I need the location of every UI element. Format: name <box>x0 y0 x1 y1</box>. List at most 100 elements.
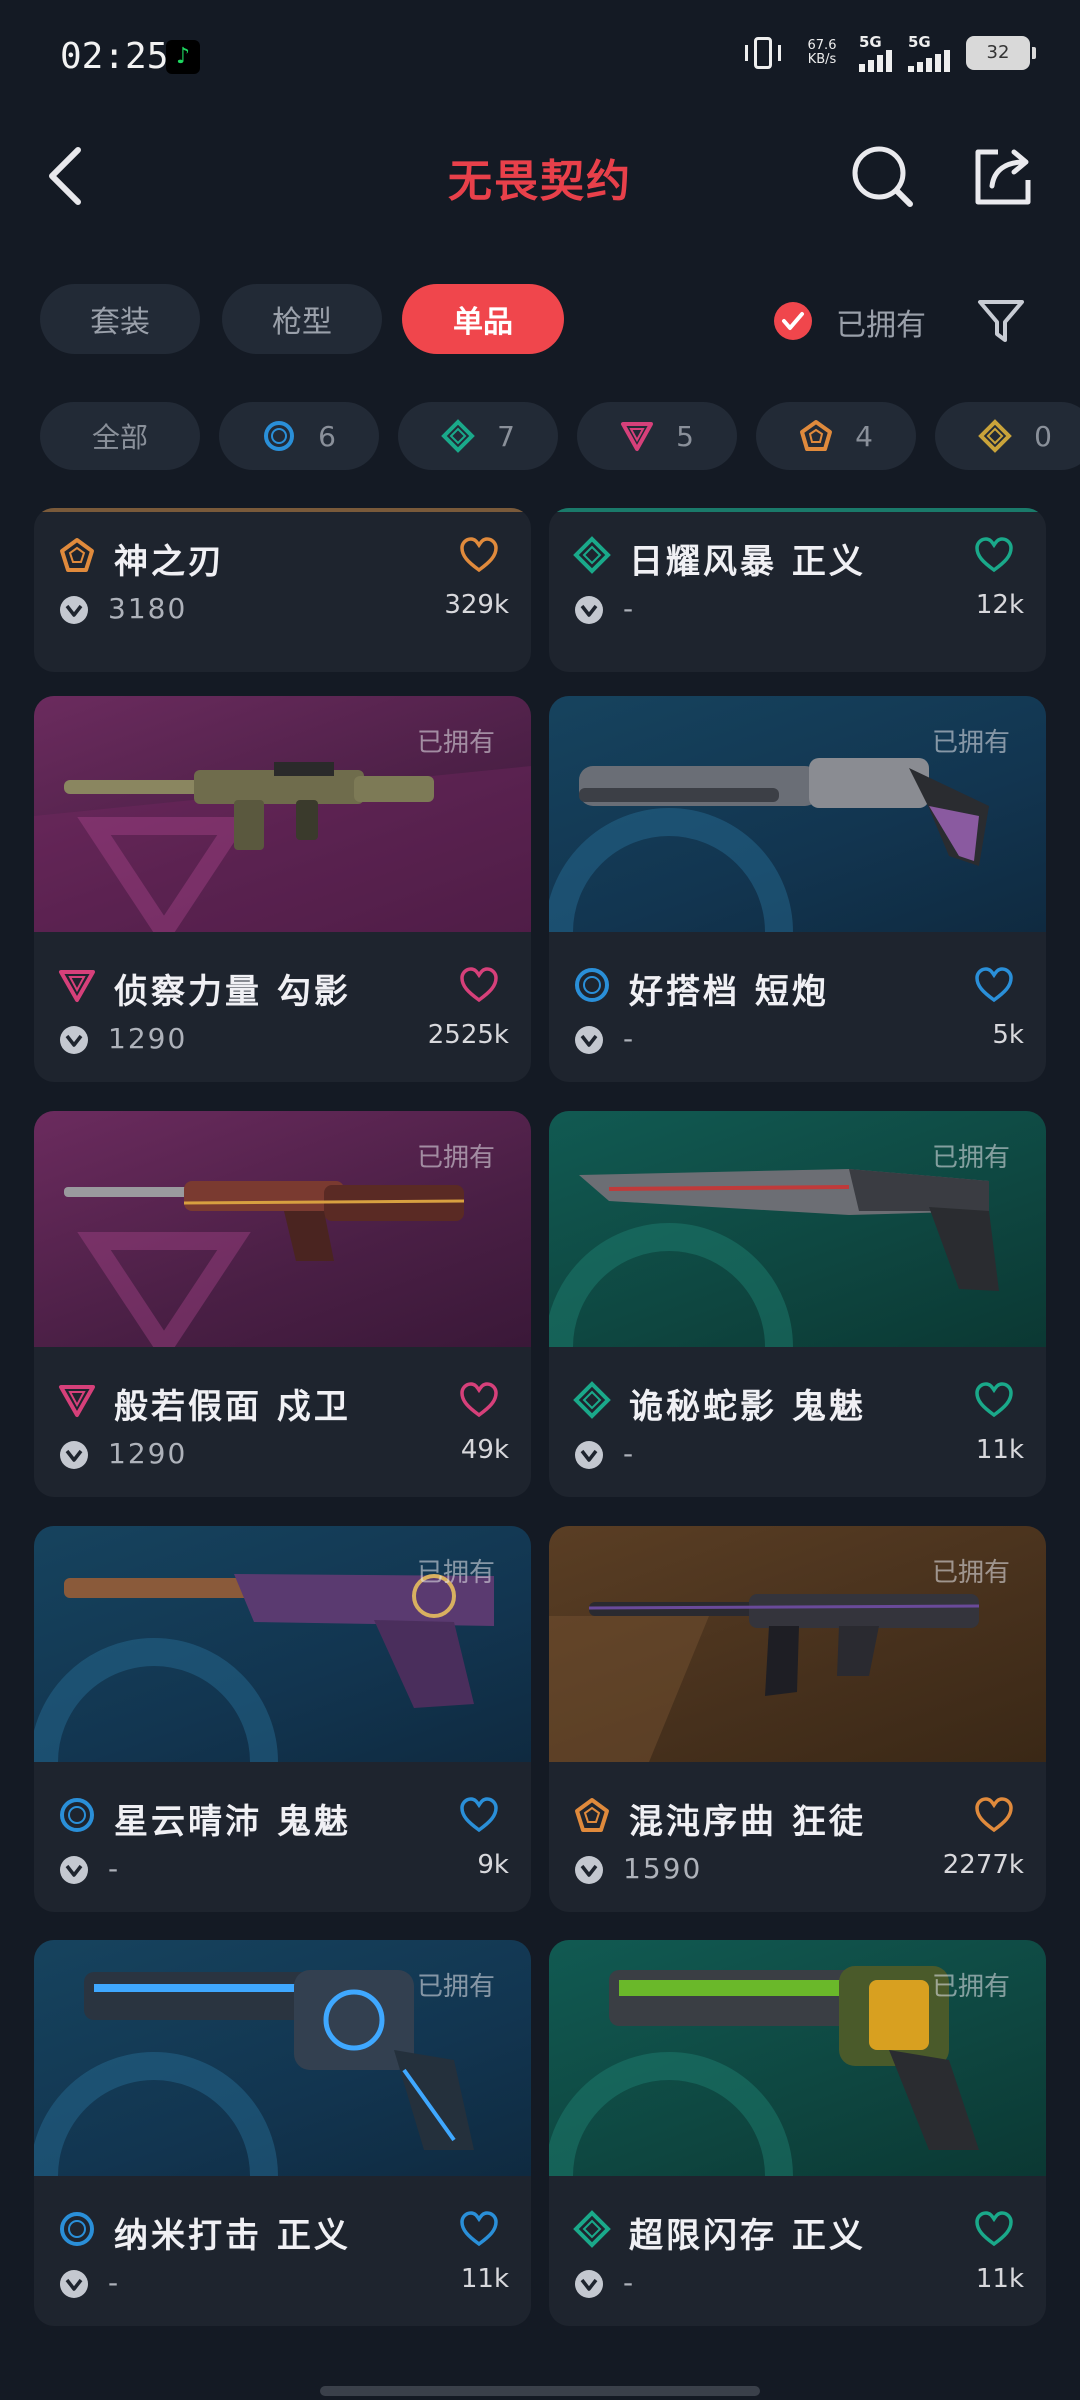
heart-icon[interactable] <box>973 966 1015 1004</box>
skin-card[interactable]: 已拥有 侦察力量 勾影 1290 2525k <box>34 696 531 1082</box>
skin-card[interactable]: 已拥有 超限闪存 正义 - 11k <box>549 1940 1046 2326</box>
chip-premium[interactable]: 5 <box>577 402 737 470</box>
vp-currency-icon <box>575 1441 603 1469</box>
chip-label: 4 <box>855 419 873 453</box>
chip-ultra[interactable]: 0 <box>935 402 1080 470</box>
skin-price: - <box>623 592 636 625</box>
skin-image: 已拥有 <box>34 696 531 932</box>
owned-checkbox[interactable] <box>774 302 812 340</box>
tab-label: 枪型 <box>272 305 332 340</box>
search-button[interactable] <box>848 140 918 210</box>
vp-currency-icon <box>575 1026 603 1054</box>
skin-image: 已拥有 <box>549 1111 1046 1347</box>
skin-card[interactable]: 已拥有 好搭档 短炮 - 5k <box>549 696 1046 1082</box>
heart-icon[interactable] <box>458 1796 500 1834</box>
owned-tag: 已拥有 <box>416 1143 495 1173</box>
owned-tag: 已拥有 <box>931 1143 1010 1173</box>
skin-name: 般若假面 戍卫 <box>114 1387 351 1427</box>
status-bar: 02:25 ♪ 67.6 KB/s 5G 5G 32 <box>0 0 1080 110</box>
skin-card[interactable]: 已拥有 混沌序曲 狂徒 1590 2277k <box>549 1526 1046 1912</box>
skin-image: 已拥有 <box>34 1111 531 1347</box>
exclusive-tier-icon <box>575 1798 609 1832</box>
skin-card[interactable]: 已拥有 纳米打击 正义 - 11k <box>34 1940 531 2326</box>
vp-currency-icon <box>575 2270 603 2298</box>
premium-tier-icon <box>621 422 654 451</box>
vp-currency-icon <box>60 2270 88 2298</box>
share-button[interactable] <box>968 140 1038 210</box>
skin-name: 纳米打击 正义 <box>114 2216 351 2256</box>
like-count: 9k <box>477 1850 509 1880</box>
vp-currency-icon <box>60 1441 88 1469</box>
skin-price: - <box>108 2266 121 2299</box>
vp-currency-icon <box>575 1856 603 1884</box>
heart-icon[interactable] <box>458 2210 500 2248</box>
skin-name: 星云晴沛 鬼魅 <box>114 1802 351 1842</box>
tab-weapon-type[interactable]: 枪型 <box>222 284 382 354</box>
skin-card[interactable]: 已拥有 星云晴沛 鬼魅 - 9k <box>34 1526 531 1912</box>
skin-price: - <box>623 1437 636 1470</box>
owned-filter-label[interactable]: 已拥有 <box>836 300 926 344</box>
checkmark-icon <box>782 312 804 330</box>
search-icon <box>852 146 913 207</box>
skin-price: - <box>623 2266 636 2299</box>
skin-card[interactable]: 神之刃 3180 329k <box>34 508 531 672</box>
heart-icon[interactable] <box>458 966 500 1004</box>
chip-deluxe[interactable]: 7 <box>398 402 558 470</box>
like-count: 11k <box>460 2264 509 2294</box>
chip-select[interactable]: 6 <box>219 402 379 470</box>
skin-name: 诡秘蛇影 鬼魅 <box>629 1387 866 1427</box>
heart-icon[interactable] <box>458 1381 500 1419</box>
skin-image: 已拥有 <box>34 1526 531 1762</box>
like-count: 5k <box>992 1020 1024 1050</box>
like-count: 12k <box>975 590 1024 620</box>
skin-image: 已拥有 <box>549 1526 1046 1762</box>
ultra-tier-icon <box>978 419 1012 453</box>
network-speed: 67.6 KB/s <box>801 39 843 67</box>
signal-label: 5G <box>859 33 882 51</box>
like-count: 11k <box>975 2264 1024 2294</box>
skin-price: 1590 <box>623 1852 703 1885</box>
heart-icon[interactable] <box>973 1381 1015 1419</box>
filter-button[interactable] <box>974 294 1028 348</box>
chip-label: 0 <box>1034 419 1052 453</box>
page-title: 无畏契约 <box>448 156 632 207</box>
like-count: 2277k <box>942 1850 1024 1880</box>
deluxe-tier-icon <box>573 1381 611 1419</box>
home-indicator[interactable] <box>320 2386 760 2396</box>
heart-icon[interactable] <box>973 2210 1015 2248</box>
chip-label: 6 <box>318 419 336 453</box>
tab-bundles[interactable]: 套装 <box>40 284 200 354</box>
owned-tag: 已拥有 <box>931 1558 1010 1588</box>
skin-card[interactable]: 已拥有 般若假面 戍卫 1290 49k <box>34 1111 531 1497</box>
skin-card[interactable]: 日耀风暴 正义 - 12k <box>549 508 1046 672</box>
skin-grid: 神之刃 3180 329k 日耀风暴 正义 - 12k 已拥有 侦察力量 勾影 … <box>34 508 1046 2400</box>
chip-all[interactable]: 全部 <box>40 402 200 470</box>
vibrate-icon <box>741 35 785 71</box>
like-count: 329k <box>444 590 509 620</box>
deluxe-tier-icon <box>573 536 611 574</box>
skin-name: 神之刃 <box>114 542 225 582</box>
premium-tier-icon <box>59 970 95 1002</box>
signal-icon: 5G <box>908 34 950 72</box>
skin-price: - <box>623 1022 636 1055</box>
chip-exclusive[interactable]: 4 <box>756 402 916 470</box>
tab-single-item[interactable]: 单品 <box>402 284 564 354</box>
owned-tag: 已拥有 <box>416 1558 495 1588</box>
network-speed-value: 67.6 <box>807 38 837 53</box>
vp-currency-icon <box>60 1856 88 1884</box>
skin-card[interactable]: 已拥有 诡秘蛇影 鬼魅 - 11k <box>549 1111 1046 1497</box>
heart-icon[interactable] <box>458 536 500 574</box>
owned-tag: 已拥有 <box>416 728 495 758</box>
owned-tag: 已拥有 <box>931 728 1010 758</box>
heart-icon[interactable] <box>973 536 1015 574</box>
chip-label: 7 <box>497 419 515 453</box>
chip-label: 全部 <box>91 421 148 454</box>
tab-label: 单品 <box>453 305 513 340</box>
skin-name: 日耀风暴 正义 <box>629 542 866 582</box>
vp-currency-icon <box>575 596 603 624</box>
deluxe-tier-icon <box>441 419 475 453</box>
status-icons: 67.6 KB/s 5G 5G 32 <box>741 33 1036 72</box>
heart-icon[interactable] <box>973 1796 1015 1834</box>
skin-image: 已拥有 <box>549 696 1046 932</box>
skin-image: 已拥有 <box>34 1940 531 2176</box>
